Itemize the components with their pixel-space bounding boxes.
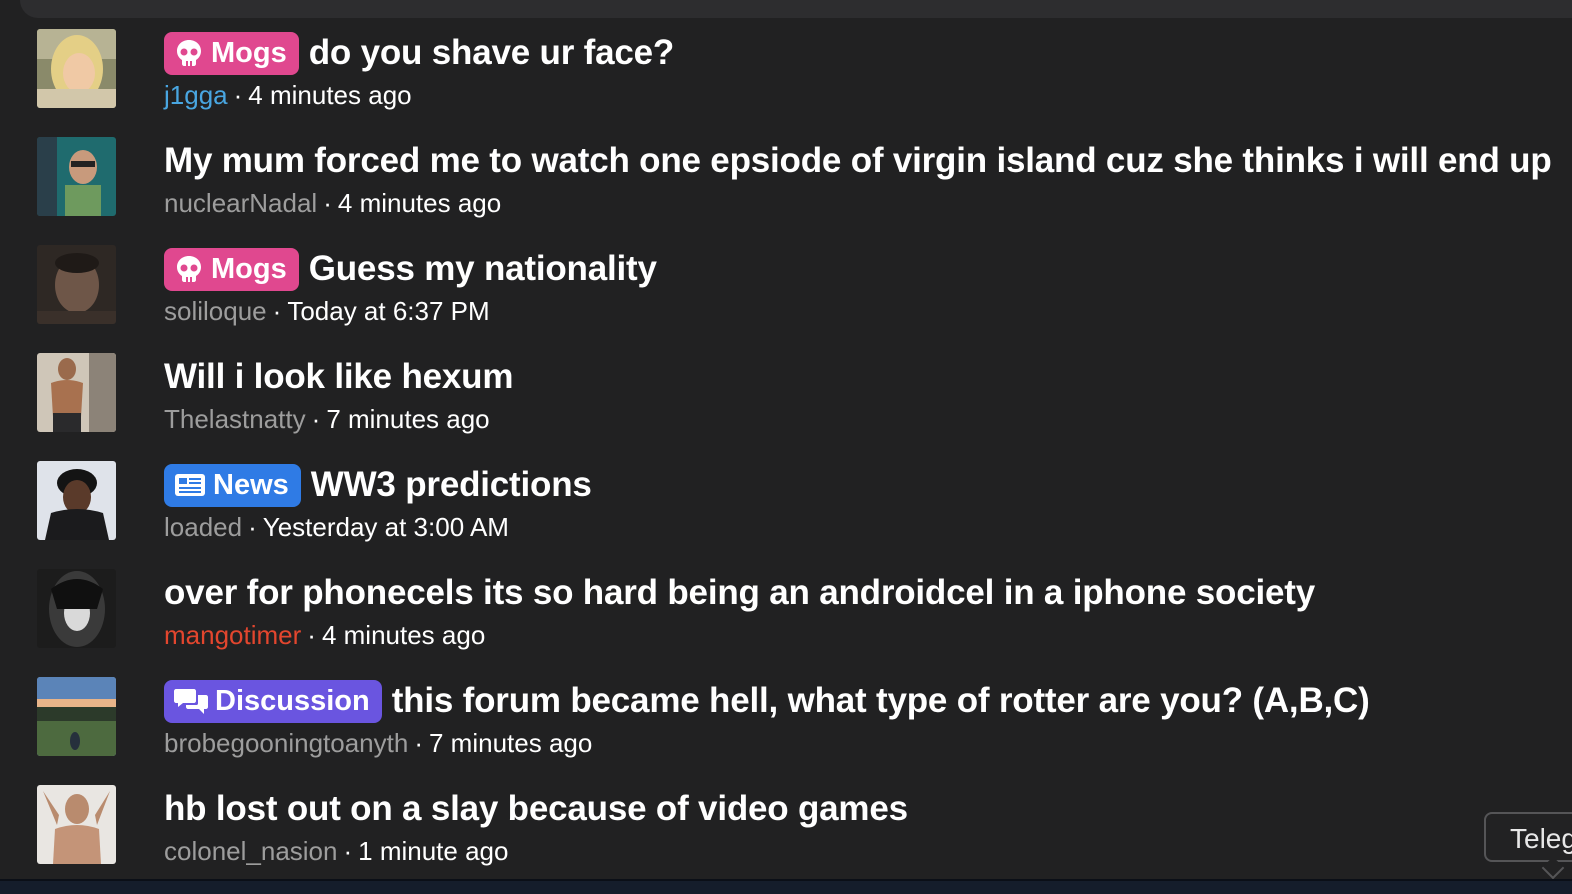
- meta-separator: ·: [248, 512, 257, 542]
- telegram-tooltip[interactable]: Teleg: [1484, 812, 1572, 862]
- thread-title-line: Mogs do you shave ur face?: [164, 29, 674, 77]
- thread-meta: j1gga · 4 minutes ago: [164, 80, 412, 111]
- avatar[interactable]: [37, 569, 116, 648]
- tooltip-label: Teleg: [1510, 823, 1572, 854]
- thread-row: Mogs do you shave ur face? j1gga · 4 minut…: [0, 29, 1572, 137]
- meta-separator: ·: [414, 728, 423, 758]
- badge-label: Mogs: [211, 252, 287, 285]
- thread-author[interactable]: loaded: [164, 512, 242, 542]
- thread-title[interactable]: over for phonecels its so hard being an …: [164, 573, 1315, 613]
- prefix-badge-mogs[interactable]: Mogs: [164, 247, 299, 291]
- meta-separator: ·: [323, 188, 332, 218]
- thread-time[interactable]: 4 minutes ago: [322, 620, 485, 650]
- avatar[interactable]: [37, 785, 116, 864]
- thread-title[interactable]: Guess my nationality: [309, 249, 657, 289]
- thread-title-line: hb lost out on a slay because of video g…: [164, 785, 908, 833]
- thread-author[interactable]: colonel_nasion: [164, 836, 337, 866]
- prefix-badge-news[interactable]: News: [164, 463, 301, 507]
- badge-label: News: [213, 468, 289, 501]
- thread-time[interactable]: 7 minutes ago: [326, 404, 489, 434]
- thread-meta: soliloque · Today at 6:37 PM: [164, 296, 490, 327]
- thread-title-line: News WW3 predictions: [164, 461, 592, 509]
- thread-row: News WW3 predictions loaded · Yesterday at…: [0, 461, 1572, 569]
- thread-meta: mangotimer · 4 minutes ago: [164, 620, 485, 651]
- meta-separator: ·: [307, 620, 316, 650]
- avatar-image: [37, 569, 116, 648]
- avatar[interactable]: [37, 677, 116, 756]
- avatar[interactable]: [37, 29, 116, 108]
- thread-time[interactable]: 1 minute ago: [358, 836, 508, 866]
- thread-title-line: Mogs Guess my nationality: [164, 245, 657, 293]
- skull-icon: [174, 254, 204, 284]
- thread-row: My mum forced me to watch one epsiode of…: [0, 137, 1572, 245]
- prefix-badge-discussion[interactable]: Discussion: [164, 679, 382, 723]
- top-search-bar: [20, 0, 1572, 18]
- thread-title[interactable]: WW3 predictions: [311, 465, 592, 505]
- comments-icon: [174, 686, 208, 716]
- avatar-image: [37, 677, 116, 756]
- thread-meta: nuclearNadal · 4 minutes ago: [164, 188, 501, 219]
- thread-row: Will i look like hexum Thelastnatty · 7 mi…: [0, 353, 1572, 461]
- avatar-image: [37, 785, 116, 864]
- thread-title-line: My mum forced me to watch one epsiode of…: [164, 137, 1552, 185]
- avatar-image: [37, 245, 116, 324]
- thread-author[interactable]: brobegooningtoanyth: [164, 728, 408, 758]
- thread-meta: brobegooningtoanyth · 7 minutes ago: [164, 728, 592, 759]
- thread-title-line: over for phonecels its so hard being an …: [164, 569, 1315, 617]
- thread-author[interactable]: nuclearNadal: [164, 188, 317, 218]
- thread-time[interactable]: 7 minutes ago: [429, 728, 592, 758]
- meta-separator: ·: [272, 296, 282, 326]
- thread-author[interactable]: mangotimer: [164, 620, 301, 650]
- thread-time[interactable]: 4 minutes ago: [338, 188, 501, 218]
- thread-author[interactable]: Thelastnatty: [164, 404, 306, 434]
- thread-title[interactable]: My mum forced me to watch one epsiode of…: [164, 141, 1552, 181]
- avatar[interactable]: [37, 353, 116, 432]
- thread-title[interactable]: do you shave ur face?: [309, 33, 675, 73]
- badge-label: Discussion: [215, 684, 370, 717]
- thread-title[interactable]: hb lost out on a slay because of video g…: [164, 789, 908, 829]
- thread-time[interactable]: Yesterday at 3:00 AM: [263, 512, 509, 542]
- thread-meta: colonel_nasion · 1 minute ago: [164, 836, 508, 867]
- thread-title[interactable]: Will i look like hexum: [164, 357, 513, 397]
- thread-row: over for phonecels its so hard being an …: [0, 569, 1572, 677]
- meta-separator: ·: [311, 404, 321, 434]
- prefix-badge-mogs[interactable]: Mogs: [164, 31, 299, 75]
- avatar[interactable]: [37, 461, 116, 540]
- avatar-image: [37, 461, 116, 540]
- avatar-image: [37, 29, 116, 108]
- thread-author[interactable]: j1gga: [164, 80, 228, 110]
- thread-meta: loaded · Yesterday at 3:00 AM: [164, 512, 509, 543]
- avatar[interactable]: [37, 245, 116, 324]
- thread-row: Mogs Guess my nationality soliloque · Toda…: [0, 245, 1572, 353]
- thread-time[interactable]: 4 minutes ago: [248, 80, 411, 110]
- thread-title[interactable]: this forum became hell, what type of rot…: [392, 681, 1370, 721]
- badge-label: Mogs: [211, 36, 287, 69]
- thread-meta: Thelastnatty · 7 minutes ago: [164, 404, 490, 435]
- thread-author[interactable]: soliloque: [164, 296, 267, 326]
- meta-separator: ·: [343, 836, 353, 866]
- thread-title-line: Will i look like hexum: [164, 353, 513, 401]
- avatar-image: [37, 353, 116, 432]
- avatar-image: [37, 137, 116, 216]
- thread-time[interactable]: Today at 6:37 PM: [287, 296, 489, 326]
- skull-icon: [174, 38, 204, 68]
- thread-row: hb lost out on a slay because of video g…: [0, 785, 1572, 893]
- avatar[interactable]: [37, 137, 116, 216]
- meta-separator: ·: [233, 80, 243, 110]
- newspaper-icon: [174, 472, 206, 498]
- thread-row: Discussion this forum became hell, what …: [0, 677, 1572, 785]
- thread-title-line: Discussion this forum became hell, what …: [164, 677, 1370, 725]
